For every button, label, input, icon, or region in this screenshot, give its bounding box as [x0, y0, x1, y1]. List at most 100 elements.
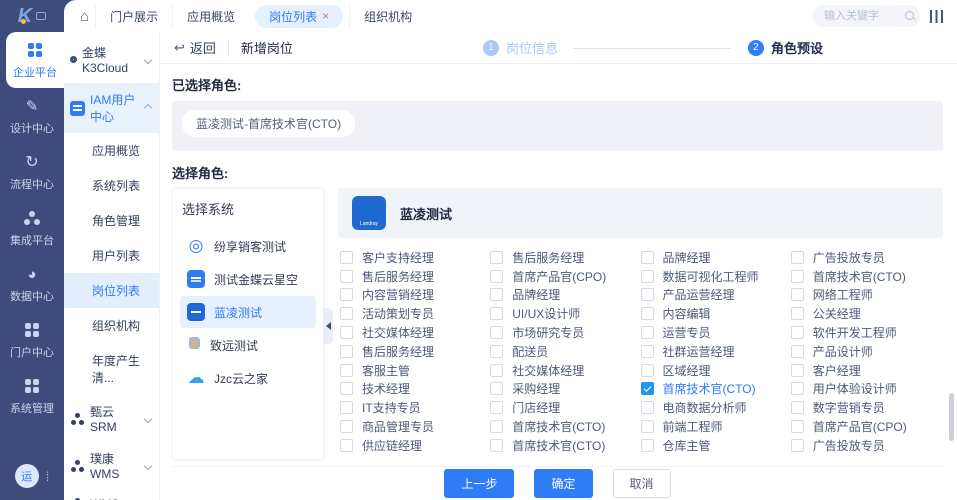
- nav-tab[interactable]: 门户展示 ×: [95, 5, 172, 28]
- checkbox-icon[interactable]: [340, 307, 353, 320]
- sidebar-group-iam[interactable]: IAM用户中心: [64, 83, 159, 133]
- role-option[interactable]: 首席技术官(CTO): [791, 268, 941, 285]
- role-option[interactable]: 区域经理: [641, 362, 791, 379]
- checkbox-icon[interactable]: [791, 270, 804, 283]
- back-button[interactable]: ↩ 返回: [174, 38, 216, 57]
- selected-role-chip[interactable]: 蓝凌测试-首席技术官(CTO): [182, 110, 355, 137]
- role-option[interactable]: 客户经理: [791, 362, 941, 379]
- role-option[interactable]: 公关经理: [791, 305, 941, 322]
- checkbox-icon[interactable]: [490, 326, 503, 339]
- role-option[interactable]: 数据可视化工程师: [641, 268, 791, 285]
- checkbox-icon[interactable]: [340, 288, 353, 301]
- rail-item[interactable]: 设计中心: [0, 88, 64, 144]
- role-option[interactable]: 社交媒体经理: [340, 324, 490, 341]
- role-option[interactable]: 客户支持经理: [340, 249, 490, 266]
- role-option[interactable]: 数字营销专员: [791, 399, 941, 416]
- role-option[interactable]: 首席技术官(CTO): [490, 418, 640, 435]
- role-option[interactable]: 产品设计师: [791, 343, 941, 360]
- collapse-panel-handle[interactable]: [323, 308, 333, 344]
- rail-item[interactable]: 企业平台: [6, 32, 64, 88]
- checkbox-icon[interactable]: [490, 288, 503, 301]
- role-option[interactable]: 活动策划专员: [340, 305, 490, 322]
- role-option[interactable]: 社交媒体经理: [490, 362, 640, 379]
- role-option[interactable]: 品牌经理: [490, 286, 640, 303]
- app-logo[interactable]: K: [0, 0, 64, 32]
- sidebar-item[interactable]: 系统列表: [64, 168, 159, 203]
- checkbox-icon[interactable]: [791, 251, 804, 264]
- checkbox-icon[interactable]: [490, 364, 503, 377]
- role-option[interactable]: 售后服务经理: [340, 343, 490, 360]
- footer-button[interactable]: 确定: [534, 469, 592, 498]
- checkbox-icon[interactable]: [791, 401, 804, 414]
- scrollbar[interactable]: [949, 393, 954, 441]
- system-item[interactable]: 致远测试: [180, 329, 316, 361]
- checkbox-icon[interactable]: [791, 345, 804, 358]
- sidebar-item[interactable]: 组织机构: [64, 308, 159, 343]
- checkbox-icon[interactable]: [641, 401, 654, 414]
- checkbox-icon[interactable]: [490, 439, 503, 452]
- sidebar-group[interactable]: WMS: [64, 489, 159, 500]
- sidebar-item[interactable]: 岗位列表: [64, 273, 159, 308]
- role-option[interactable]: 用户体验设计师: [791, 380, 941, 397]
- checkbox-icon[interactable]: [641, 288, 654, 301]
- role-option[interactable]: 品牌经理: [641, 249, 791, 266]
- system-item[interactable]: 测试金蝶云星空: [180, 263, 316, 295]
- footer-button[interactable]: 取消: [613, 469, 671, 498]
- role-option[interactable]: 首席产品官(CPO): [791, 418, 941, 435]
- role-option[interactable]: 技术经理: [340, 380, 490, 397]
- rail-item[interactable]: 集成平台: [0, 200, 64, 256]
- checkbox-icon[interactable]: [490, 251, 503, 264]
- checkbox-icon[interactable]: [791, 382, 804, 395]
- sidebar-group[interactable]: 甄云SRM: [64, 395, 159, 442]
- rail-item[interactable]: 数据中心: [0, 256, 64, 312]
- checkbox-icon[interactable]: [641, 420, 654, 433]
- role-option[interactable]: 社群运营经理: [641, 343, 791, 360]
- checkbox-icon[interactable]: [340, 364, 353, 377]
- role-option[interactable]: 产品运营经理: [641, 286, 791, 303]
- role-option[interactable]: 首席技术官(CTO): [641, 380, 791, 397]
- home-icon[interactable]: ⌂: [80, 8, 89, 25]
- sidebar-item[interactable]: 应用概览: [64, 133, 159, 168]
- checkbox-icon[interactable]: [490, 270, 503, 283]
- checkbox-icon[interactable]: [641, 251, 654, 264]
- checkbox-icon[interactable]: [490, 307, 503, 320]
- role-option[interactable]: IT支持专员: [340, 399, 490, 416]
- footer-button[interactable]: 上一步: [444, 469, 514, 498]
- sidebar-group[interactable]: 璞康WMS: [64, 442, 159, 489]
- role-option[interactable]: 广告投放专员: [791, 437, 941, 454]
- checkbox-icon[interactable]: [791, 364, 804, 377]
- more-menu-icon[interactable]: ⁞: [46, 469, 50, 484]
- close-icon[interactable]: ×: [322, 10, 329, 22]
- checkbox-icon[interactable]: [791, 326, 804, 339]
- role-option[interactable]: 电商数据分析师: [641, 399, 791, 416]
- checkbox-icon[interactable]: [641, 364, 654, 377]
- nav-tab[interactable]: 应用概览 ×: [172, 5, 249, 28]
- nav-tab[interactable]: 岗位列表 ×: [255, 5, 343, 28]
- checkbox-icon[interactable]: [791, 307, 804, 320]
- checkbox-icon[interactable]: [340, 439, 353, 452]
- checkbox-icon[interactable]: [340, 382, 353, 395]
- sidebar-item[interactable]: 用户列表: [64, 238, 159, 273]
- expand-window-icon[interactable]: [36, 12, 46, 20]
- checkbox-icon[interactable]: [791, 439, 804, 452]
- role-option[interactable]: 首席技术官(CTO): [490, 437, 640, 454]
- system-item[interactable]: Jzc云之家: [180, 362, 316, 394]
- role-option[interactable]: 供应链经理: [340, 437, 490, 454]
- role-option[interactable]: 商品管理专员: [340, 418, 490, 435]
- role-option[interactable]: 内容营销经理: [340, 286, 490, 303]
- rail-item[interactable]: 系统管理: [0, 368, 64, 424]
- checkbox-icon[interactable]: [340, 270, 353, 283]
- role-option[interactable]: 仓库主管: [641, 437, 791, 454]
- checkbox-icon[interactable]: [490, 420, 503, 433]
- search-box[interactable]: [812, 5, 920, 27]
- role-option[interactable]: 售后服务经理: [340, 268, 490, 285]
- role-option[interactable]: 配送员: [490, 343, 640, 360]
- role-option[interactable]: 广告投放专员: [791, 249, 941, 266]
- avatar[interactable]: 运: [15, 464, 39, 488]
- workspace-selector[interactable]: 金蝶K3Cloud: [64, 36, 159, 83]
- checkbox-icon[interactable]: [641, 439, 654, 452]
- role-option[interactable]: 售后服务经理: [490, 249, 640, 266]
- checkbox-icon[interactable]: [641, 307, 654, 320]
- checkbox-icon[interactable]: [340, 251, 353, 264]
- checkbox-icon[interactable]: [641, 382, 654, 395]
